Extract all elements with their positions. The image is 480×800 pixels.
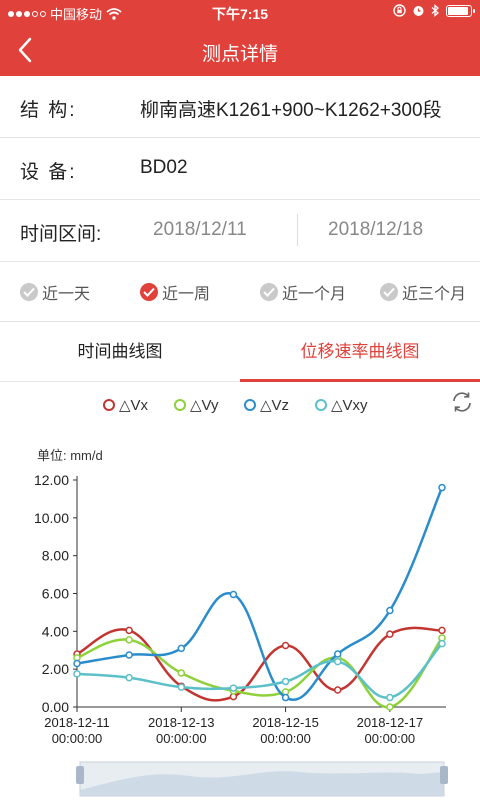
y-tick-label: 6.00: [42, 586, 69, 602]
y-tick-label: 2.00: [42, 661, 69, 677]
data-point: [438, 626, 446, 635]
data-point: [438, 639, 446, 648]
data-point: [125, 673, 133, 682]
x-tick-label: 2018-12-17: [357, 715, 424, 730]
y-tick-label: 0.00: [42, 699, 69, 715]
x-tick-label: 2018-12-15: [252, 715, 319, 730]
data-point: [386, 630, 394, 638]
data-point: [386, 693, 394, 702]
data-point: [386, 606, 394, 615]
data-point: [333, 657, 342, 666]
data-point: [281, 677, 290, 686]
x-tick-label: 00:00:00: [156, 731, 207, 746]
data-point: [177, 683, 186, 691]
data-point: [438, 483, 446, 492]
data-point: [73, 659, 81, 668]
x-tick-label: 00:00:00: [52, 731, 103, 746]
y-tick-label: 12.00: [34, 472, 69, 488]
x-tick-label: 00:00:00: [365, 731, 416, 746]
zoom-handle-left: [76, 766, 84, 784]
x-tick-label: 00:00:00: [260, 731, 311, 746]
data-point: [229, 684, 238, 692]
y-tick-label: 4.00: [42, 623, 69, 639]
y-tick-label: 8.00: [42, 548, 69, 564]
data-point: [333, 650, 342, 658]
data-point: [125, 626, 133, 635]
x-tick-label: 2018-12-13: [148, 715, 215, 730]
data-point: [333, 686, 342, 694]
data-point: [125, 636, 133, 644]
data-point: [281, 693, 290, 702]
x-tick-label: 2018-12-11: [44, 715, 110, 730]
data-point: [281, 641, 290, 650]
data-point: [125, 651, 133, 659]
displacement-rate-chart: 0.00 2.00 4.00 6.00 8.00 10.00 12.00 2018-12-11…: [34, 472, 448, 797]
data-point: [177, 669, 186, 677]
zoom-handle-right: [440, 766, 448, 784]
data-point: [177, 644, 186, 653]
data-point: [386, 703, 394, 711]
data-point: [73, 670, 81, 678]
y-tick-label: 10.00: [34, 510, 69, 526]
data-point: [229, 590, 238, 599]
